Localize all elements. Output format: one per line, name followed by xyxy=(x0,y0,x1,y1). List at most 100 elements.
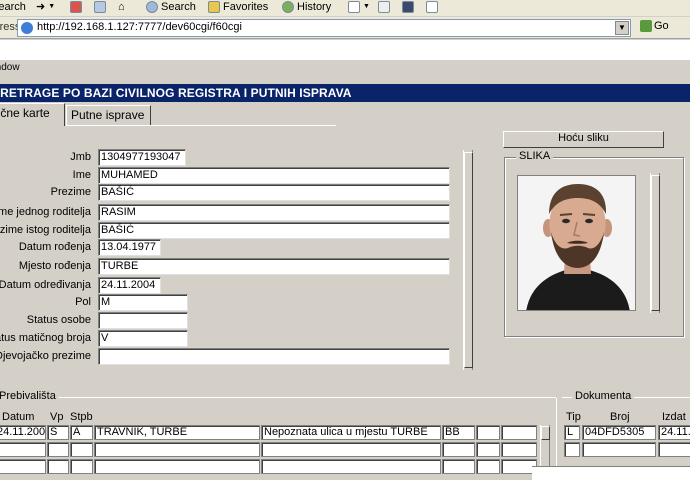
datum-rodjenja-label: Datum rođenja xyxy=(18,241,91,253)
prezime-field[interactable]: BAŠIĆ xyxy=(98,184,450,201)
favorites-icon xyxy=(208,1,220,13)
search-button[interactable]: Search xyxy=(146,0,196,14)
col-izdat: Izdat xyxy=(662,411,686,423)
jmb-field[interactable]: 1304977193047 xyxy=(98,149,186,166)
ime-roditelja-field[interactable]: RASIM xyxy=(98,204,450,221)
window-menu[interactable]: Window xyxy=(0,62,20,73)
go-button[interactable]: Go xyxy=(640,20,669,32)
table-row-cell[interactable] xyxy=(476,442,500,457)
mail-icon xyxy=(348,1,360,13)
pol-label: Pol xyxy=(75,296,91,308)
table-row-cell[interactable] xyxy=(94,459,260,474)
person-photo xyxy=(517,175,636,311)
window-menu-label: Window xyxy=(0,62,20,73)
applet-blank-area xyxy=(0,40,690,60)
go-arrow-icon xyxy=(640,20,652,32)
go-label: Go xyxy=(654,20,669,32)
edit-button[interactable] xyxy=(402,0,414,14)
dokument-broj[interactable]: 04DFD5305 xyxy=(582,425,656,440)
datum-odredjivanja-label: Datum određivanja xyxy=(0,279,91,291)
ime-field[interactable]: MUHAMED xyxy=(98,167,450,184)
table-row-cell[interactable] xyxy=(442,442,475,457)
photo-scrollbar-thumb[interactable] xyxy=(651,175,660,311)
table-row-cell[interactable] xyxy=(261,442,441,457)
table-row-cell[interactable] xyxy=(476,459,500,474)
table-row-cell[interactable] xyxy=(501,442,537,457)
col-tip: Tip xyxy=(566,411,581,423)
prebivaliste-extra1[interactable] xyxy=(476,425,500,440)
status-osobe-label: Status osobe xyxy=(26,314,91,326)
table-row-cell[interactable] xyxy=(70,442,93,457)
col-stpb: Stpb xyxy=(70,411,93,423)
table-row-cell[interactable] xyxy=(0,442,46,457)
prebivaliste-vp[interactable]: S xyxy=(47,425,69,440)
print-button[interactable] xyxy=(378,0,390,14)
table-row-cell[interactable] xyxy=(47,459,69,474)
prebivalista-scrollbar-thumb[interactable] xyxy=(541,426,550,440)
table-row-cell[interactable] xyxy=(70,459,93,474)
status-popup-edge xyxy=(532,466,690,480)
home-button[interactable]: ⌂ xyxy=(118,0,125,14)
prezime-roditelja-field[interactable]: BAŠIĆ xyxy=(98,222,450,239)
table-row-cell[interactable] xyxy=(47,442,69,457)
prebivaliste-extra2[interactable] xyxy=(501,425,537,440)
chevron-down-icon[interactable]: ▼ xyxy=(615,21,629,35)
table-row-cell[interactable] xyxy=(658,442,690,457)
history-button[interactable]: History xyxy=(282,0,331,14)
favorites-button[interactable]: Favorites xyxy=(208,0,268,14)
forward-arrow-icon: ➜ xyxy=(36,1,46,13)
tab-licne-karte[interactable]: Lične karte xyxy=(0,103,65,126)
djevojacko-field[interactable] xyxy=(98,348,450,365)
table-row-cell[interactable] xyxy=(261,459,441,474)
person-photo-icon xyxy=(518,176,635,310)
prebivaliste-broj[interactable]: BB xyxy=(442,425,475,440)
prebivaliste-ulica[interactable]: Nepoznata ulica u mjestu TURBE xyxy=(261,425,441,440)
search-back-button[interactable]: Search xyxy=(0,0,26,14)
pol-field[interactable]: M xyxy=(98,294,188,311)
tab-label: Lične karte xyxy=(0,106,50,120)
table-row-cell[interactable] xyxy=(94,442,260,457)
mail-button[interactable]: ▼ xyxy=(348,0,370,14)
ie-page-icon xyxy=(21,22,33,34)
dokument-tip[interactable]: L xyxy=(564,425,580,440)
djevojacko-label: Djevojačko prezime xyxy=(0,350,91,362)
discuss-icon xyxy=(426,1,438,13)
status-maticnog-label: Status matičnog broja xyxy=(0,332,91,344)
form-titlebar: PRETRAGE PO BAZI CIVILNOG REGISTRA I PUT… xyxy=(0,84,690,102)
ime-roditelja-label: Ime jednog roditelja xyxy=(0,206,91,218)
datum-rodjenja-field[interactable]: 13.04.1977 xyxy=(98,239,161,256)
hocu-sliku-label: Hoću sliku xyxy=(558,132,609,144)
status-maticnog-field[interactable]: V xyxy=(98,330,188,347)
search-icon xyxy=(146,1,158,13)
prebivalista-separator xyxy=(0,397,556,398)
tab-putne-isprave[interactable]: Putne isprave xyxy=(66,105,151,126)
slika-title: SLIKA xyxy=(516,150,554,162)
form-scrollbar[interactable] xyxy=(463,150,473,370)
table-row-cell[interactable] xyxy=(442,459,475,474)
prebivaliste-mjesto[interactable]: TRAVNIK, TURBE xyxy=(94,425,260,440)
dokument-izdat[interactable]: 24.11. xyxy=(658,425,690,440)
address-url: http://192.168.1.127:7777/dev60cgi/f60cg… xyxy=(37,21,242,33)
form-scrollbar-thumb[interactable] xyxy=(464,152,473,368)
refresh-button[interactable] xyxy=(94,0,106,14)
tab-label: Putne isprave xyxy=(71,108,145,122)
datum-odredjivanja-field[interactable]: 24.11.2004 xyxy=(98,277,161,294)
favorites-label: Favorites xyxy=(223,1,269,13)
discuss-button[interactable] xyxy=(426,0,438,14)
browser-toolbar: Search ➜▼ ⌂ Search Favorites History ▼ xyxy=(0,0,690,16)
table-row-cell[interactable] xyxy=(582,442,656,457)
col-broj: Broj xyxy=(610,411,630,423)
address-input[interactable]: http://192.168.1.127:7777/dev60cgi/f60cg… xyxy=(17,19,631,37)
hocu-sliku-button[interactable]: Hoću sliku xyxy=(503,131,664,148)
photo-scrollbar[interactable] xyxy=(650,173,660,313)
mjesto-rodjenja-field[interactable]: TURBE xyxy=(98,258,450,275)
status-osobe-field[interactable] xyxy=(98,312,188,329)
table-row-cell[interactable] xyxy=(0,459,46,474)
table-row-cell[interactable] xyxy=(564,442,580,457)
prebivaliste-stpb[interactable]: A xyxy=(70,425,93,440)
refresh-icon xyxy=(94,1,106,13)
prebivaliste-datum[interactable]: 24.11.2004 xyxy=(0,425,46,440)
forward-button[interactable]: ➜ ▼ xyxy=(36,0,55,14)
stop-button[interactable] xyxy=(70,0,82,14)
history-label: History xyxy=(297,1,332,13)
